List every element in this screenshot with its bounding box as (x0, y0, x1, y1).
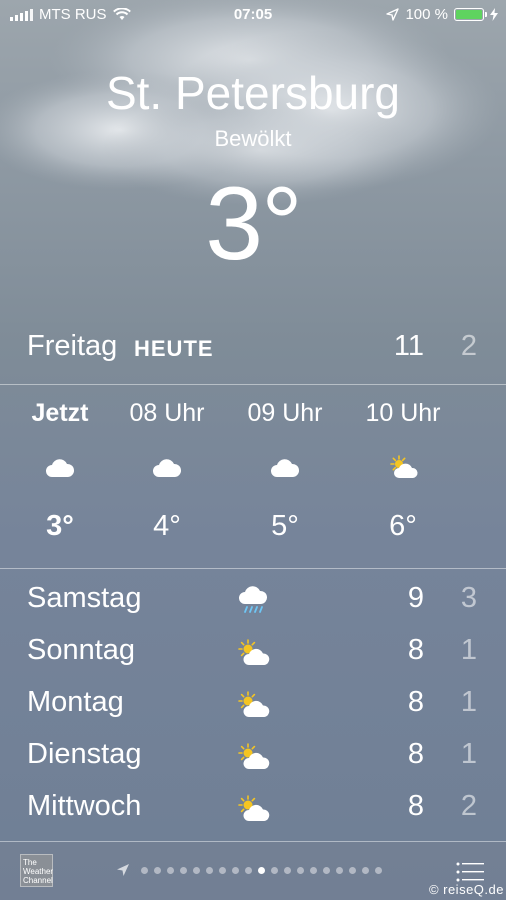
forecast-row: Dienstag 8 1 (0, 734, 506, 786)
bottom-toolbar: The Weather Channel © reiseQ.de (0, 842, 506, 900)
page-dot[interactable] (284, 867, 291, 874)
page-dot[interactable] (167, 867, 174, 874)
page-dot[interactable] (193, 867, 200, 874)
page-dot[interactable] (206, 867, 213, 874)
forecast-high: 9 (407, 582, 424, 614)
forecast-low: 1 (460, 738, 477, 770)
forecast-row: Sonntag 8 1 (0, 630, 506, 682)
partly-sunny-icon (238, 639, 270, 665)
photo-credit: © reiseQ.de (428, 882, 504, 897)
forecast-day: Montag (27, 686, 124, 718)
hour-temp: 4° (153, 510, 181, 542)
forecast-high: 8 (407, 686, 424, 718)
page-dot[interactable] (375, 867, 382, 874)
status-bar: MTS RUS 07:05 100 % (0, 0, 506, 30)
hour-temp: 3° (46, 510, 74, 542)
hour-label: 09 Uhr (247, 399, 323, 427)
today-day: Freitag (27, 330, 118, 362)
forecast-day: Samstag (27, 582, 142, 614)
page-dot[interactable] (232, 867, 239, 874)
forecast-row: Montag 8 1 (0, 682, 506, 734)
current-temperature: 3° (205, 166, 302, 282)
location-arrow-icon (386, 8, 400, 21)
page-dot[interactable] (245, 867, 252, 874)
cloud-icon (271, 459, 300, 477)
page-dot[interactable] (258, 867, 265, 874)
forecast-day: Dienstag (27, 738, 142, 770)
page-dot[interactable] (180, 867, 187, 874)
hour-label: Jetzt (31, 399, 89, 427)
cloud-icon (46, 459, 75, 477)
forecast-row: Mittwoch 8 2 (0, 786, 506, 838)
charging-bolt-icon (490, 8, 498, 21)
today-high: 11 (393, 330, 424, 362)
hour-temp: 5° (271, 510, 299, 542)
forecast-high: 8 (407, 738, 424, 770)
forecast-day: Mittwoch (27, 790, 142, 822)
hourly-forecast[interactable]: Jetzt 3° 08 Uhr 4° 09 Uhr 5° 10 Uhr 6° 1… (0, 385, 506, 568)
page-dot[interactable] (141, 867, 148, 874)
page-dot[interactable] (310, 867, 317, 874)
forecast-low: 2 (460, 790, 477, 822)
cloud-icon (153, 459, 182, 477)
forecast-row: Samstag 9 3 (0, 578, 506, 630)
divider (0, 568, 506, 569)
hour-label: 10 Uhr (365, 399, 441, 427)
page-dot[interactable] (154, 867, 161, 874)
forecast-low: 3 (460, 582, 477, 614)
forecast-high: 8 (407, 790, 424, 822)
battery-percent: 100 % (405, 6, 448, 23)
partly-sunny-icon (390, 455, 418, 478)
current-location-icon[interactable] (116, 863, 130, 877)
page-indicator[interactable] (141, 867, 382, 874)
weather-channel-logo[interactable]: The Weather Channel (20, 854, 53, 887)
hour-label: 08 Uhr (129, 399, 205, 427)
today-badge: HEUTE (134, 336, 214, 361)
partly-sunny-icon (238, 795, 270, 821)
partly-sunny-icon (238, 691, 270, 717)
today-low: 2 (460, 330, 477, 362)
page-dot[interactable] (362, 867, 369, 874)
page-dot[interactable] (219, 867, 226, 874)
page-dot[interactable] (271, 867, 278, 874)
forecast-low: 1 (460, 634, 477, 666)
hour-label: 11 (461, 399, 506, 428)
page-dot[interactable] (349, 867, 356, 874)
condition-text: Bewölkt (214, 126, 292, 151)
hour-temp: 6 (461, 510, 506, 543)
battery-icon (454, 8, 487, 21)
city-name: St. Petersburg (105, 67, 401, 119)
city-list-icon[interactable] (456, 861, 484, 883)
rain-cloud-icon (239, 586, 268, 613)
partly-sunny-icon (238, 743, 270, 769)
hour-temp: 6° (389, 510, 417, 542)
page-dot[interactable] (336, 867, 343, 874)
forecast-high: 8 (407, 634, 424, 666)
forecast-low: 1 (460, 686, 477, 718)
today-row: Freitag HEUTE 11 2 (0, 326, 506, 370)
forecast-day: Sonntag (27, 634, 136, 666)
page-dot[interactable] (323, 867, 330, 874)
page-dot[interactable] (297, 867, 304, 874)
